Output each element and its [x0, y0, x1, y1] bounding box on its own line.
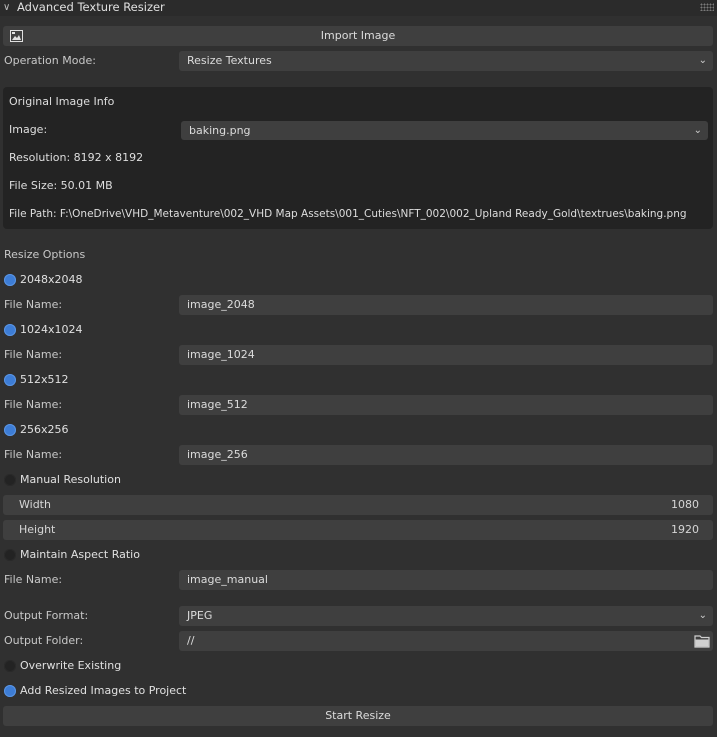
- height-label: Height: [19, 523, 56, 536]
- chevron-down-icon[interactable]: ∨: [3, 0, 15, 16]
- file-size-text: File Size: 50.01 MB: [9, 179, 113, 192]
- file-name-manual-input[interactable]: image_manual: [179, 570, 713, 590]
- panel-header[interactable]: ∨ Advanced Texture Resizer: [0, 0, 717, 16]
- import-image-button[interactable]: Import Image: [3, 26, 713, 46]
- option-2048-label: 2048x2048: [20, 273, 83, 286]
- maintain-aspect-label: Maintain Aspect Ratio: [20, 548, 140, 561]
- file-name-label: File Name:: [4, 448, 63, 461]
- file-name-manual-value: image_manual: [187, 573, 268, 586]
- image-select-dropdown[interactable]: baking.png ⌄: [181, 121, 708, 140]
- chevron-down-icon: ⌄: [693, 125, 702, 136]
- folder-icon[interactable]: [694, 634, 710, 648]
- radio-on-icon[interactable]: [4, 685, 16, 697]
- output-format-value: JPEG: [187, 609, 213, 622]
- width-label: Width: [19, 498, 51, 511]
- file-name-512-value: image_512: [187, 398, 248, 411]
- output-folder-label: Output Folder:: [4, 634, 84, 647]
- import-image-label: Import Image: [320, 29, 396, 42]
- operation-mode-dropdown[interactable]: Resize Textures ⌄: [179, 51, 713, 71]
- file-name-label: File Name:: [4, 298, 63, 311]
- output-format-dropdown[interactable]: JPEG ⌄: [179, 606, 713, 626]
- image-label: Image:: [9, 123, 48, 136]
- file-name-label: File Name:: [4, 398, 63, 411]
- add-to-project-label: Add Resized Images to Project: [20, 684, 187, 697]
- file-name-1024-input[interactable]: image_1024: [179, 345, 713, 365]
- radio-on-icon[interactable]: [4, 374, 16, 386]
- image-icon: [10, 30, 23, 42]
- chevron-down-icon: ⌄: [698, 610, 707, 621]
- file-name-label: File Name:: [4, 573, 63, 586]
- width-number-field[interactable]: Width 1080: [3, 495, 713, 515]
- output-folder-value: //: [187, 634, 195, 647]
- chevron-down-icon: ⌄: [698, 55, 707, 66]
- option-2048-checkbox[interactable]: 2048x2048: [0, 270, 200, 290]
- output-folder-input[interactable]: //: [179, 631, 713, 651]
- file-name-256-value: image_256: [187, 448, 248, 461]
- option-512-checkbox[interactable]: 512x512: [0, 370, 200, 390]
- image-info-heading: Original Image Info: [9, 95, 115, 108]
- panel-title: Advanced Texture Resizer: [17, 0, 165, 14]
- start-resize-button[interactable]: Start Resize: [3, 706, 713, 726]
- radio-on-icon[interactable]: [4, 274, 16, 286]
- file-name-2048-value: image_2048: [187, 298, 255, 311]
- resize-options-heading: Resize Options: [4, 248, 86, 261]
- height-value: 1920: [671, 523, 699, 536]
- option-256-label: 256x256: [20, 423, 69, 436]
- resolution-text: Resolution: 8192 x 8192: [9, 151, 144, 164]
- radio-off-icon[interactable]: [4, 474, 16, 486]
- file-name-1024-value: image_1024: [187, 348, 255, 361]
- option-1024-checkbox[interactable]: 1024x1024: [0, 320, 200, 340]
- operation-mode-label: Operation Mode:: [4, 54, 96, 67]
- radio-on-icon[interactable]: [4, 424, 16, 436]
- image-info-box: Original Image Info Image: baking.png ⌄ …: [3, 87, 713, 229]
- radio-on-icon[interactable]: [4, 324, 16, 336]
- image-select-value: baking.png: [189, 124, 251, 137]
- option-1024-label: 1024x1024: [20, 323, 83, 336]
- file-path-text: File Path: F:\OneDrive\VHD_Metaventure\0…: [9, 208, 687, 220]
- radio-off-icon[interactable]: [4, 549, 16, 561]
- file-name-512-input[interactable]: image_512: [179, 395, 713, 415]
- manual-resolution-label: Manual Resolution: [20, 473, 121, 486]
- add-to-project-checkbox[interactable]: Add Resized Images to Project: [0, 681, 260, 701]
- overwrite-existing-checkbox[interactable]: Overwrite Existing: [0, 656, 200, 676]
- option-256-checkbox[interactable]: 256x256: [0, 420, 200, 440]
- operation-mode-value: Resize Textures: [187, 54, 272, 67]
- height-number-field[interactable]: Height 1920: [3, 520, 713, 540]
- output-format-label: Output Format:: [4, 609, 89, 622]
- radio-off-icon[interactable]: [4, 660, 16, 672]
- manual-resolution-checkbox[interactable]: Manual Resolution: [0, 470, 200, 490]
- overwrite-existing-label: Overwrite Existing: [20, 659, 122, 672]
- drag-grip-icon[interactable]: [700, 3, 714, 11]
- width-value: 1080: [671, 498, 699, 511]
- file-name-label: File Name:: [4, 348, 63, 361]
- option-512-label: 512x512: [20, 373, 69, 386]
- file-name-2048-input[interactable]: image_2048: [179, 295, 713, 315]
- file-name-256-input[interactable]: image_256: [179, 445, 713, 465]
- maintain-aspect-checkbox[interactable]: Maintain Aspect Ratio: [0, 545, 200, 565]
